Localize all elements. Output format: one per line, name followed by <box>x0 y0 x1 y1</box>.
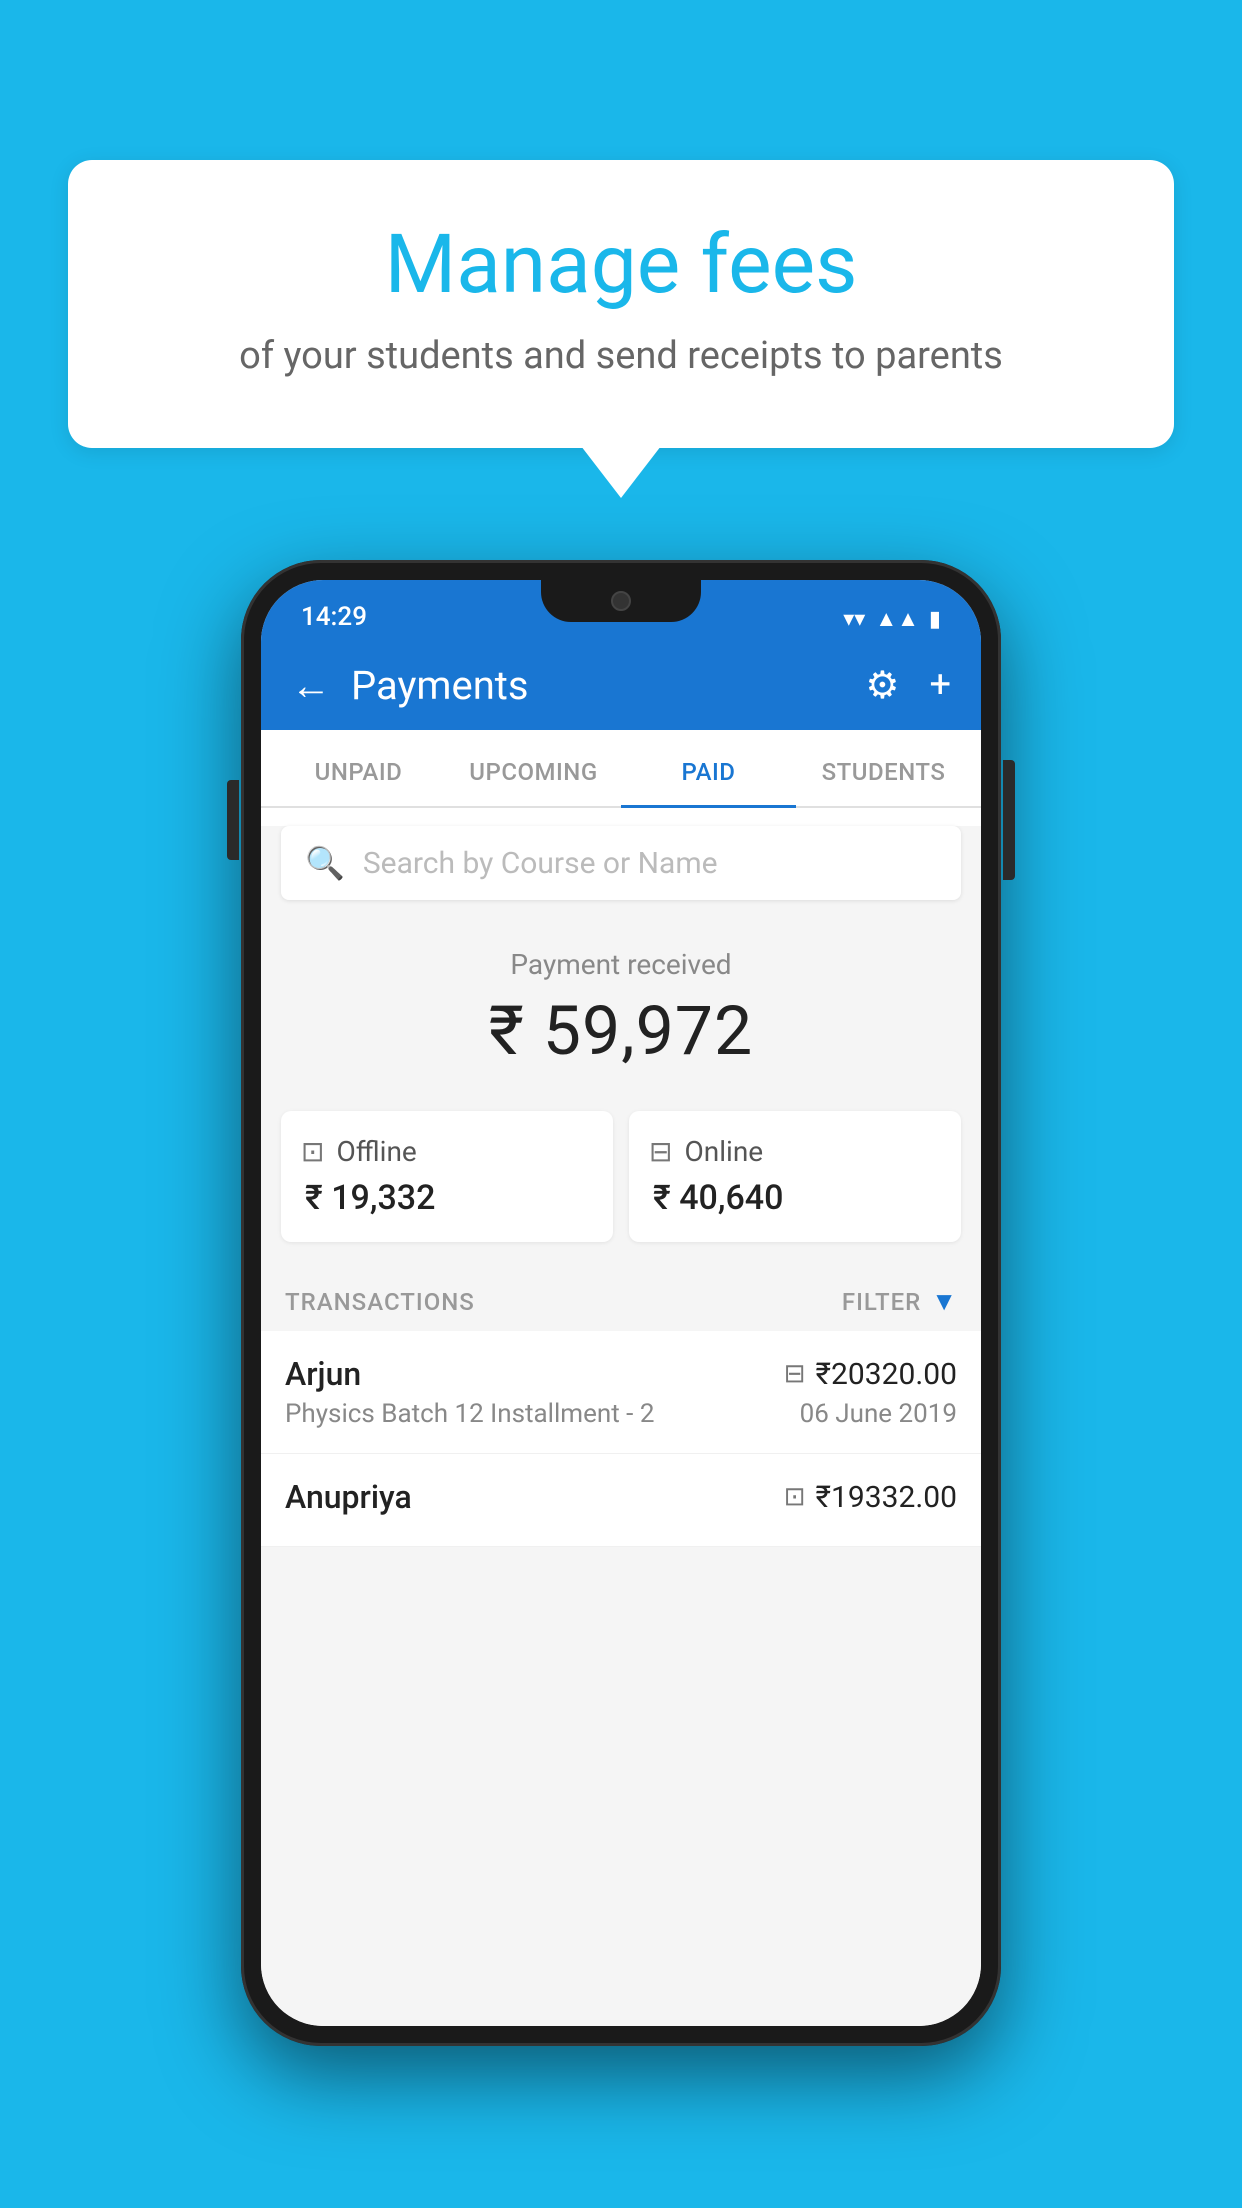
online-amount: ₹ 40,640 <box>649 1178 941 1218</box>
tab-paid[interactable]: PAID <box>621 730 796 806</box>
battery-icon: ▮ <box>929 607 941 632</box>
search-container[interactable]: 🔍 Search by Course or Name <box>281 826 961 900</box>
transaction-row-top: Anupriya ⊡ ₹19332.00 <box>285 1478 957 1516</box>
tab-students[interactable]: STUDENTS <box>796 730 971 806</box>
transaction-row[interactable]: Arjun ⊟ ₹20320.00 Physics Batch 12 Insta… <box>261 1331 981 1454</box>
bubble-subtitle: of your students and send receipts to pa… <box>148 334 1094 378</box>
offline-card-header: ⊡ Offline <box>301 1135 593 1168</box>
offline-label: Offline <box>336 1135 416 1168</box>
offline-payment-card: ⊡ Offline ₹ 19,332 <box>281 1111 613 1242</box>
transaction-amount-container: ⊟ ₹20320.00 <box>784 1357 957 1392</box>
payment-cards: ⊡ Offline ₹ 19,332 ⊟ Online ₹ 40,640 <box>261 1091 981 1266</box>
payment-received-label: Payment received <box>281 948 961 981</box>
tab-unpaid[interactable]: UNPAID <box>271 730 446 806</box>
filter-icon[interactable]: ▼ <box>931 1286 957 1317</box>
phone-screen: 14:29 ▾▾ ▲▲ ▮ ← Payments ⚙ + UNPAID UP <box>261 580 981 2026</box>
bubble-title: Manage fees <box>148 220 1094 310</box>
transaction-amount: ₹20320.00 <box>816 1357 957 1392</box>
transaction-row[interactable]: Anupriya ⊡ ₹19332.00 <box>261 1454 981 1547</box>
online-card-header: ⊟ Online <box>649 1135 941 1168</box>
offline-amount: ₹ 19,332 <box>301 1178 593 1218</box>
camera <box>611 591 631 611</box>
transaction-row-top: Arjun ⊟ ₹20320.00 <box>285 1355 957 1393</box>
app-bar-title: Payments <box>351 662 845 709</box>
content-area: 🔍 Search by Course or Name Payment recei… <box>261 826 981 2026</box>
speech-bubble: Manage fees of your students and send re… <box>68 160 1174 448</box>
transactions-header: TRANSACTIONS FILTER ▼ <box>261 1266 981 1331</box>
status-icons: ▾▾ ▲▲ ▮ <box>843 606 941 632</box>
transaction-row-bottom: Physics Batch 12 Installment - 2 06 June… <box>285 1399 957 1429</box>
search-placeholder: Search by Course or Name <box>363 846 718 881</box>
transaction-amount-container: ⊡ ₹19332.00 <box>784 1480 957 1515</box>
add-icon[interactable]: + <box>929 663 951 707</box>
speech-bubble-container: Manage fees of your students and send re… <box>68 160 1174 448</box>
search-icon: 🔍 <box>305 844 345 882</box>
signal-icon: ▲▲ <box>875 606 919 632</box>
offline-payment-icon: ⊡ <box>784 1482 806 1512</box>
phone-outer: 14:29 ▾▾ ▲▲ ▮ ← Payments ⚙ + UNPAID UP <box>241 560 1001 2046</box>
back-button[interactable]: ← <box>291 662 331 709</box>
online-payment-icon: ⊟ <box>784 1359 806 1389</box>
tabs-bar: UNPAID UPCOMING PAID STUDENTS <box>261 730 981 808</box>
app-bar: ← Payments ⚙ + <box>261 640 981 730</box>
payment-received-amount: ₹ 59,972 <box>281 991 961 1071</box>
phone-wrapper: 14:29 ▾▾ ▲▲ ▮ ← Payments ⚙ + UNPAID UP <box>241 560 1001 2046</box>
transaction-name: Anupriya <box>285 1478 412 1516</box>
online-icon: ⊟ <box>649 1135 672 1168</box>
transactions-label: TRANSACTIONS <box>285 1288 842 1316</box>
phone-notch <box>541 580 701 622</box>
tab-upcoming[interactable]: UPCOMING <box>446 730 621 806</box>
app-bar-actions: ⚙ + <box>865 663 951 708</box>
filter-label: FILTER <box>842 1288 921 1316</box>
transaction-date: 06 June 2019 <box>800 1399 957 1429</box>
online-label: Online <box>684 1135 763 1168</box>
transaction-name: Arjun <box>285 1355 361 1393</box>
transaction-course: Physics Batch 12 Installment - 2 <box>285 1399 654 1429</box>
payment-received-section: Payment received ₹ 59,972 <box>261 918 981 1091</box>
status-time: 14:29 <box>301 602 367 632</box>
online-payment-card: ⊟ Online ₹ 40,640 <box>629 1111 961 1242</box>
transaction-amount: ₹19332.00 <box>816 1480 957 1515</box>
wifi-icon: ▾▾ <box>843 607 865 632</box>
offline-icon: ⊡ <box>301 1135 324 1168</box>
settings-icon[interactable]: ⚙ <box>865 663 899 708</box>
